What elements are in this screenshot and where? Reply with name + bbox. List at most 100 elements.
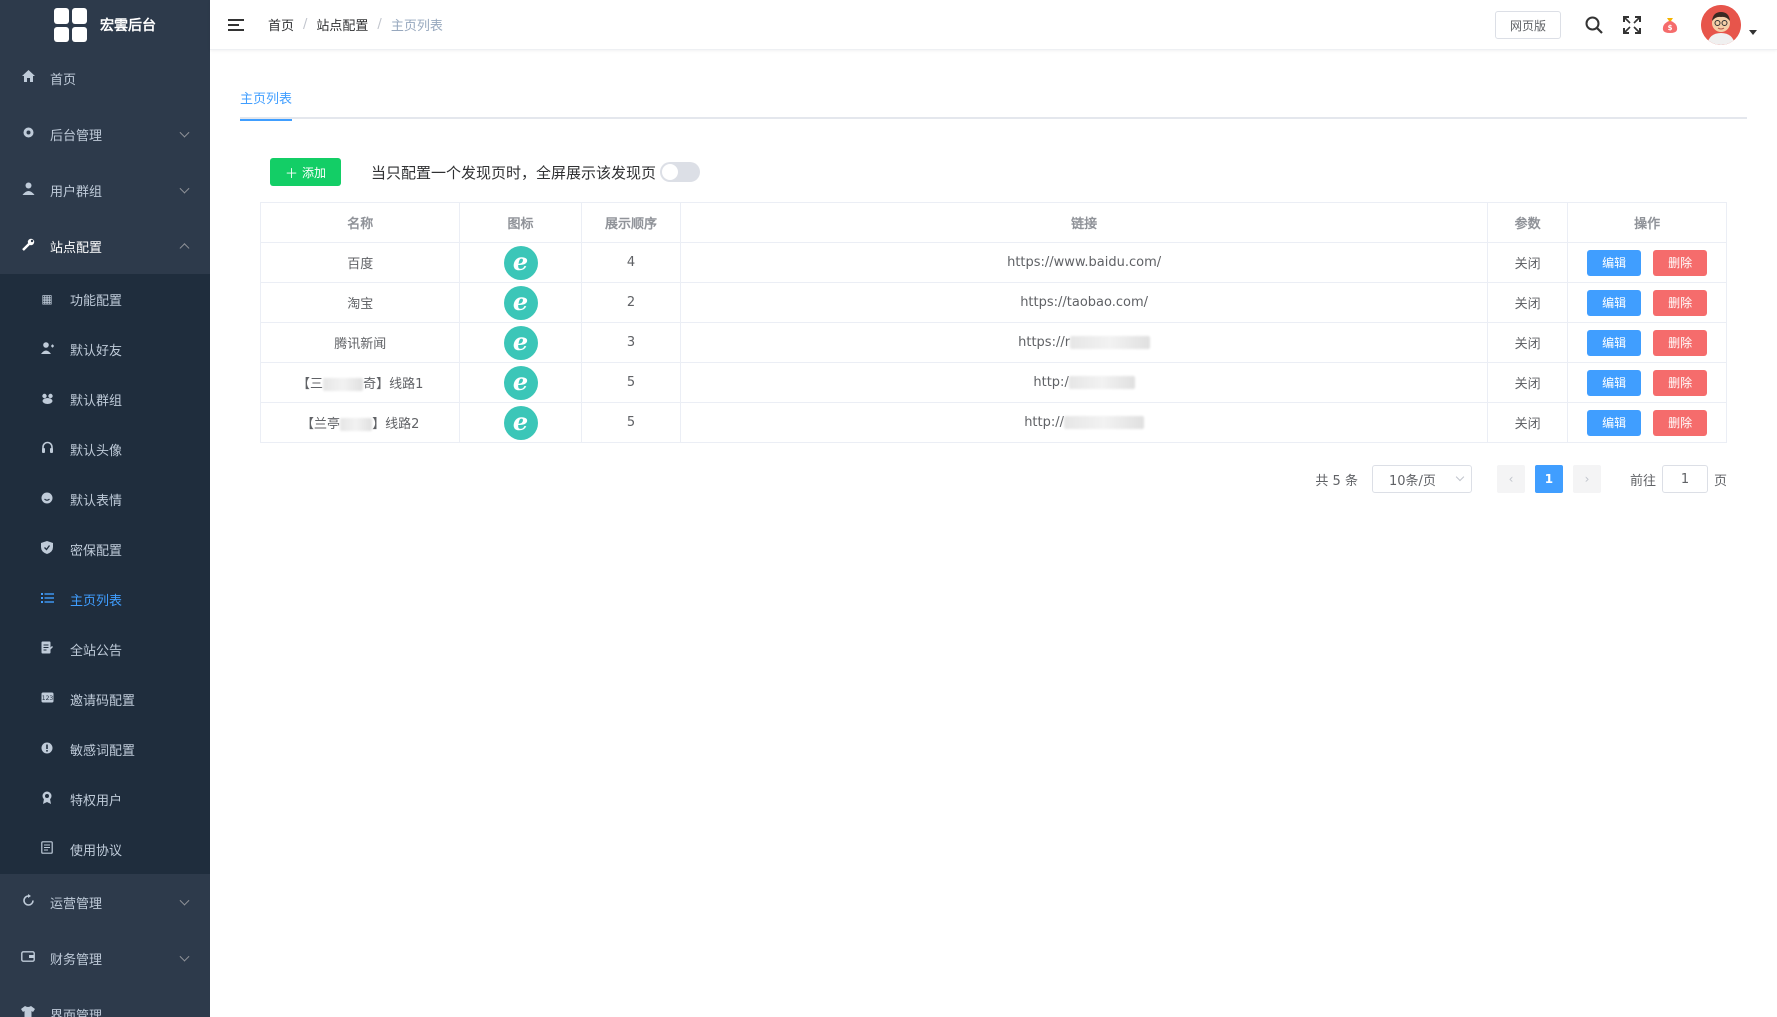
cell-order: 4	[580, 242, 682, 283]
cell-order: 2	[580, 282, 682, 323]
sidebar-item-label: 使用协议	[70, 843, 123, 859]
delete-button[interactable]: 删除	[1653, 369, 1708, 396]
user-icon	[20, 182, 36, 199]
edit-button[interactable]: 编辑	[1587, 249, 1642, 276]
sidebar-item-default-emoji[interactable]: 默认表情	[0, 474, 210, 524]
caret-down-icon[interactable]	[1749, 29, 1757, 35]
table-row: 【三 奇】线路1 e 5 http:/ 关闭 编辑 删除	[259, 362, 1727, 403]
goto-label: 前往	[1629, 473, 1656, 489]
sidebar-item-finance[interactable]: 财务管理	[0, 930, 210, 986]
avatar[interactable]	[1701, 5, 1741, 45]
hamburger-icon[interactable]	[228, 16, 244, 34]
sidebar-item-admin[interactable]: 后台管理	[0, 106, 210, 162]
redacted-blur	[1070, 336, 1151, 349]
edit-button[interactable]: 编辑	[1587, 369, 1642, 396]
table-row: 百度 e 4 https://www.baidu.com/ 关闭 编辑 删除	[259, 242, 1727, 283]
name-prefix: 【兰亭	[301, 417, 341, 432]
link-text: http://	[1024, 415, 1065, 430]
money-bag-icon[interactable]: $	[1659, 14, 1681, 36]
sidebar-item-label: 功能配置	[70, 293, 123, 309]
sidebar-item-home[interactable]: 首页	[0, 50, 210, 106]
shirt-icon	[20, 1006, 36, 1017]
cell-order: 5	[580, 362, 682, 403]
logo-text: 宏雲后台	[100, 18, 156, 34]
search-icon[interactable]	[1583, 14, 1605, 36]
code-icon: 123	[40, 692, 54, 706]
sidebar-item-invite-code[interactable]: 123 邀请码配置	[0, 674, 210, 724]
sidebar-item-label: 邀请码配置	[70, 693, 136, 709]
browser-e-icon: e	[503, 285, 538, 320]
breadcrumb-site-config[interactable]: 站点配置	[316, 15, 368, 34]
wrench-icon	[20, 238, 36, 255]
edit-button[interactable]: 编辑	[1587, 409, 1642, 436]
delete-button[interactable]: 删除	[1653, 289, 1708, 316]
next-page-button[interactable]: ›	[1572, 465, 1601, 493]
add-button[interactable]: ＋ 添加	[270, 158, 342, 186]
sidebar-item-interface[interactable]: 界面管理	[0, 986, 210, 1017]
goto-page-input[interactable]: 1	[1661, 465, 1708, 493]
table-row: 【兰亭 】线路2 e 5 http:// 关闭 编辑 删除	[259, 402, 1727, 443]
sidebar-item-usage-agreement[interactable]: 使用协议	[0, 824, 210, 874]
delete-button[interactable]: 删除	[1653, 329, 1708, 356]
smile-icon	[40, 492, 54, 507]
sidebar-item-sensitive-words[interactable]: 敏感词配置	[0, 724, 210, 774]
browser-e-icon: e	[503, 325, 538, 360]
sidebar-item-site-config[interactable]: 站点配置	[0, 218, 210, 274]
cell-name: 【兰亭 】线路2	[259, 402, 461, 443]
cell-param: 关闭	[1486, 322, 1569, 363]
edit-button[interactable]: 编辑	[1587, 329, 1642, 356]
redacted-blur	[1064, 416, 1145, 429]
column-header-link: 链接	[680, 202, 1488, 243]
sidebar-item-vip-users[interactable]: 特权用户	[0, 774, 210, 824]
grid-icon: ▦	[41, 292, 53, 306]
fullscreen-toggle[interactable]	[660, 162, 701, 182]
pagination: 共 5 条 10条/页 ‹ 1 › 前往 1 页	[1315, 465, 1727, 493]
sidebar-item-label: 后台管理	[50, 128, 103, 144]
web-version-button[interactable]: 网页版	[1494, 11, 1561, 39]
link-text: https://r	[1018, 335, 1071, 350]
edit-button[interactable]: 编辑	[1587, 289, 1642, 316]
logo[interactable]: 宏雲后台	[0, 0, 210, 50]
sidebar-item-label: 站点配置	[50, 240, 103, 256]
name-suffix: 奇】线路1	[363, 377, 424, 392]
cell-actions: 编辑 删除	[1567, 322, 1727, 363]
sidebar-item-user-groups[interactable]: 用户群组	[0, 162, 210, 218]
chevron-down-icon	[179, 183, 190, 194]
column-header-name: 名称	[259, 202, 461, 243]
table-row: 腾讯新闻 e 3 https://r 关闭 编辑 删除	[259, 322, 1727, 363]
cell-param: 关闭	[1486, 242, 1569, 283]
breadcrumb-home[interactable]: 首页	[268, 15, 294, 34]
pagination-total: 共 5 条	[1315, 473, 1358, 489]
page-number-button[interactable]: 1	[1534, 465, 1563, 493]
sidebar-item-default-friends[interactable]: 默认好友	[0, 324, 210, 374]
chevron-down-icon	[179, 951, 190, 962]
sidebar-item-default-groups[interactable]: 默认群组	[0, 374, 210, 424]
cell-order: 3	[580, 322, 682, 363]
prev-page-button[interactable]: ‹	[1496, 465, 1525, 493]
site-config-submenu: ▦ 功能配置 默认好友 默认群组 默认头像 默认表情 密保配置 主页列表 全站公…	[0, 274, 210, 874]
page-size-select[interactable]: 10条/页	[1371, 465, 1472, 493]
cell-icon: e	[459, 242, 582, 283]
tab-homepage-list[interactable]: 主页列表	[240, 90, 293, 121]
sidebar-item-site-notice[interactable]: 全站公告	[0, 624, 210, 674]
delete-button[interactable]: 删除	[1653, 249, 1708, 276]
sidebar-item-label: 默认群组	[70, 393, 123, 409]
sidebar-item-feature-config[interactable]: ▦ 功能配置	[0, 274, 210, 324]
name-prefix: 【三	[297, 377, 324, 392]
cell-param: 关闭	[1486, 282, 1569, 323]
table-header-row: 名称 图标 展示顺序 链接 参数 操作	[259, 202, 1727, 243]
fullscreen-icon[interactable]	[1621, 14, 1643, 36]
cell-param: 关闭	[1486, 402, 1569, 443]
cell-link: https://www.baidu.com/	[680, 242, 1488, 283]
user-add-icon	[40, 341, 54, 357]
name-suffix: 】线路2	[372, 417, 420, 432]
vip-icon	[40, 791, 54, 807]
logo-icon	[54, 8, 88, 42]
delete-button[interactable]: 删除	[1653, 409, 1708, 436]
redacted-blur	[323, 378, 364, 391]
column-header-order: 展示顺序	[580, 202, 682, 243]
sidebar-item-operations[interactable]: 运营管理	[0, 874, 210, 930]
sidebar-item-homepage-list[interactable]: 主页列表	[0, 574, 210, 624]
sidebar-item-security-config[interactable]: 密保配置	[0, 524, 210, 574]
sidebar-item-default-avatar[interactable]: 默认头像	[0, 424, 210, 474]
